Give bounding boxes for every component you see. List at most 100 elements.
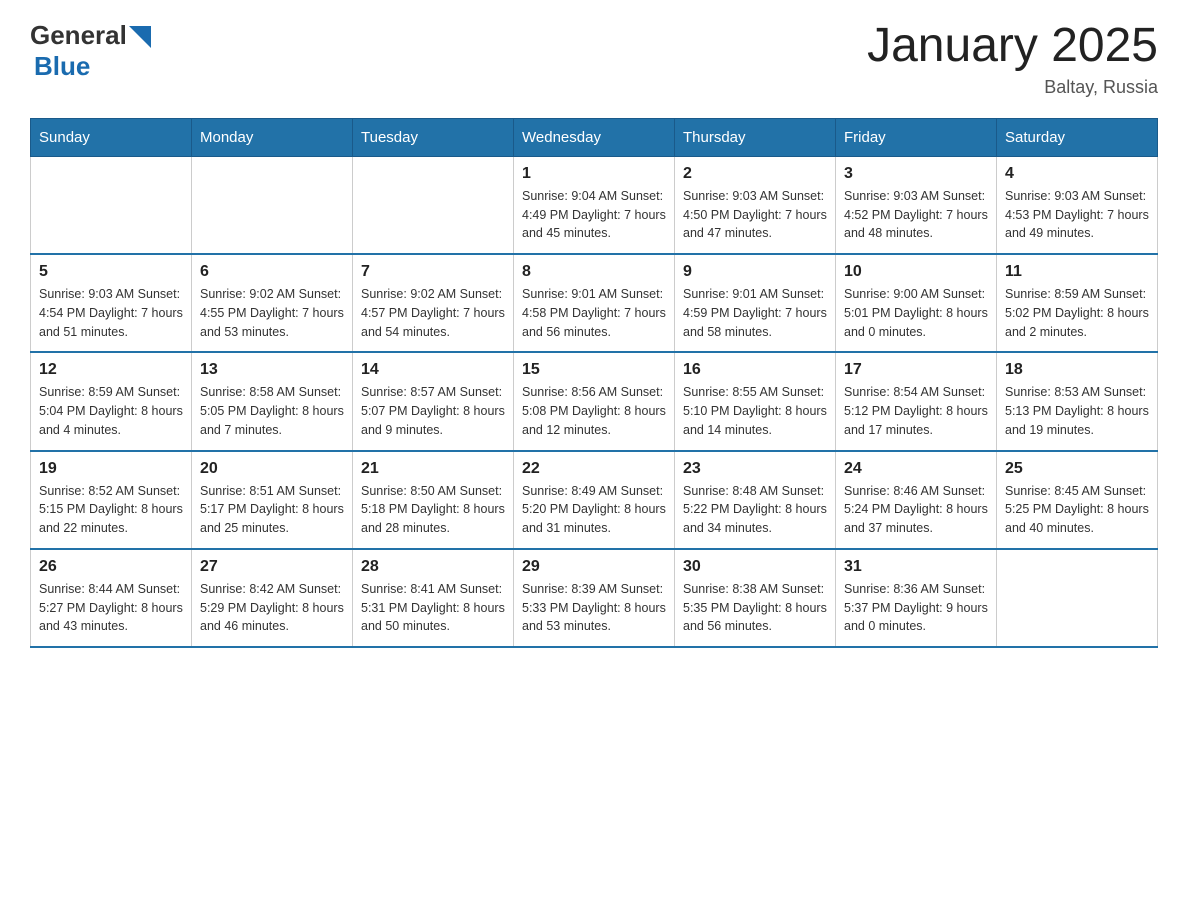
calendar-week-row: 26Sunrise: 8:44 AM Sunset: 5:27 PM Dayli…: [31, 549, 1158, 647]
calendar-day-30: 30 Sunrise: 8:38 AM Sunset: 5:35 PM Dayli…: [675, 549, 836, 647]
logo-arrow-icon: [129, 26, 151, 48]
calendar-day-9: 9 Sunrise: 9:01 AM Sunset: 4:59 PM Daylig…: [675, 254, 836, 352]
calendar-day-3: 3 Sunrise: 9:03 AM Sunset: 4:52 PM Daylig…: [836, 156, 997, 254]
weekday-header-wednesday: Wednesday: [514, 118, 675, 156]
calendar-empty-cell: [192, 156, 353, 254]
page-header: General Blue January 2025 Baltay, Russia: [30, 20, 1158, 98]
day-number: 25: [1005, 460, 1149, 478]
calendar-day-14: 14Sunrise: 8:57 AM Sunset: 5:07 PM Dayli…: [353, 352, 514, 450]
day-info: Sunrise: 8:44 AM Sunset: 5:27 PM Dayligh…: [39, 580, 183, 636]
calendar-day-26: 26Sunrise: 8:44 AM Sunset: 5:27 PM Dayli…: [31, 549, 192, 647]
logo: General Blue: [30, 20, 151, 82]
day-number: 15: [522, 361, 666, 379]
day-info: Sunrise: 9:01 AM Sunset: 4:59 PM Dayligh…: [683, 285, 827, 341]
weekday-header-saturday: Saturday: [997, 118, 1158, 156]
calendar-day-1: 1Sunrise: 9:04 AM Sunset: 4:49 PM Daylig…: [514, 156, 675, 254]
day-number: 24: [844, 460, 988, 478]
calendar-day-15: 15 Sunrise: 8:56 AM Sunset: 5:08 PM Dayli…: [514, 352, 675, 450]
calendar-header: SundayMondayTuesdayWednesdayThursdayFrid…: [31, 118, 1158, 156]
calendar-empty-cell: [353, 156, 514, 254]
day-number: 11: [1005, 263, 1149, 281]
day-info: Sunrise: 8:55 AM Sunset: 5:10 PM Dayligh…: [683, 383, 827, 439]
day-info: Sunrise: 8:59 AM Sunset: 5:04 PM Dayligh…: [39, 383, 183, 439]
weekday-header-sunday: Sunday: [31, 118, 192, 156]
day-info: Sunrise: 8:51 AM Sunset: 5:17 PM Dayligh…: [200, 482, 344, 538]
calendar-empty-cell: [997, 549, 1158, 647]
calendar-day-8: 8 Sunrise: 9:01 AM Sunset: 4:58 PM Daylig…: [514, 254, 675, 352]
calendar-day-23: 23 Sunrise: 8:48 AM Sunset: 5:22 PM Dayli…: [675, 451, 836, 549]
day-number: 23: [683, 460, 827, 478]
day-info: Sunrise: 8:50 AM Sunset: 5:18 PM Dayligh…: [361, 482, 505, 538]
weekday-header-monday: Monday: [192, 118, 353, 156]
day-number: 30: [683, 558, 827, 576]
title-section: January 2025 Baltay, Russia: [867, 20, 1158, 98]
day-info: Sunrise: 8:57 AM Sunset: 5:07 PM Dayligh…: [361, 383, 505, 439]
calendar-day-5: 5Sunrise: 9:03 AM Sunset: 4:54 PM Daylig…: [31, 254, 192, 352]
day-info: Sunrise: 9:03 AM Sunset: 4:52 PM Dayligh…: [844, 187, 988, 243]
calendar-day-7: 7 Sunrise: 9:02 AM Sunset: 4:57 PM Daylig…: [353, 254, 514, 352]
calendar-day-4: 4 Sunrise: 9:03 AM Sunset: 4:53 PM Daylig…: [997, 156, 1158, 254]
day-info: Sunrise: 9:03 AM Sunset: 4:54 PM Dayligh…: [39, 285, 183, 341]
day-number: 6: [200, 263, 344, 281]
day-info: Sunrise: 8:41 AM Sunset: 5:31 PM Dayligh…: [361, 580, 505, 636]
weekday-header-friday: Friday: [836, 118, 997, 156]
calendar-week-row: 1Sunrise: 9:04 AM Sunset: 4:49 PM Daylig…: [31, 156, 1158, 254]
day-info: Sunrise: 8:53 AM Sunset: 5:13 PM Dayligh…: [1005, 383, 1149, 439]
day-number: 3: [844, 165, 988, 183]
day-info: Sunrise: 8:58 AM Sunset: 5:05 PM Dayligh…: [200, 383, 344, 439]
calendar-week-row: 5Sunrise: 9:03 AM Sunset: 4:54 PM Daylig…: [31, 254, 1158, 352]
day-info: Sunrise: 8:52 AM Sunset: 5:15 PM Dayligh…: [39, 482, 183, 538]
calendar-day-17: 17 Sunrise: 8:54 AM Sunset: 5:12 PM Dayli…: [836, 352, 997, 450]
weekday-header-tuesday: Tuesday: [353, 118, 514, 156]
calendar-day-6: 6 Sunrise: 9:02 AM Sunset: 4:55 PM Daylig…: [192, 254, 353, 352]
day-info: Sunrise: 9:02 AM Sunset: 4:55 PM Dayligh…: [200, 285, 344, 341]
day-number: 27: [200, 558, 344, 576]
day-info: Sunrise: 8:48 AM Sunset: 5:22 PM Dayligh…: [683, 482, 827, 538]
day-number: 18: [1005, 361, 1149, 379]
day-number: 20: [200, 460, 344, 478]
day-info: Sunrise: 8:39 AM Sunset: 5:33 PM Dayligh…: [522, 580, 666, 636]
logo-general-text: General: [30, 20, 127, 51]
day-number: 2: [683, 165, 827, 183]
day-info: Sunrise: 9:01 AM Sunset: 4:58 PM Dayligh…: [522, 285, 666, 341]
day-info: Sunrise: 9:04 AM Sunset: 4:49 PM Dayligh…: [522, 187, 666, 243]
logo-blue-text: Blue: [34, 51, 90, 82]
day-info: Sunrise: 8:56 AM Sunset: 5:08 PM Dayligh…: [522, 383, 666, 439]
day-number: 17: [844, 361, 988, 379]
day-info: Sunrise: 9:02 AM Sunset: 4:57 PM Dayligh…: [361, 285, 505, 341]
day-info: Sunrise: 8:59 AM Sunset: 5:02 PM Dayligh…: [1005, 285, 1149, 341]
day-number: 9: [683, 263, 827, 281]
location: Baltay, Russia: [867, 77, 1158, 98]
day-info: Sunrise: 8:42 AM Sunset: 5:29 PM Dayligh…: [200, 580, 344, 636]
month-title: January 2025: [867, 20, 1158, 73]
calendar-day-25: 25Sunrise: 8:45 AM Sunset: 5:25 PM Dayli…: [997, 451, 1158, 549]
calendar-empty-cell: [31, 156, 192, 254]
calendar-day-24: 24 Sunrise: 8:46 AM Sunset: 5:24 PM Dayli…: [836, 451, 997, 549]
day-number: 16: [683, 361, 827, 379]
calendar-day-11: 11 Sunrise: 8:59 AM Sunset: 5:02 PM Dayli…: [997, 254, 1158, 352]
day-number: 22: [522, 460, 666, 478]
calendar-day-31: 31Sunrise: 8:36 AM Sunset: 5:37 PM Dayli…: [836, 549, 997, 647]
day-number: 28: [361, 558, 505, 576]
calendar-day-21: 21 Sunrise: 8:50 AM Sunset: 5:18 PM Dayli…: [353, 451, 514, 549]
day-number: 4: [1005, 165, 1149, 183]
day-info: Sunrise: 8:38 AM Sunset: 5:35 PM Dayligh…: [683, 580, 827, 636]
calendar-day-19: 19 Sunrise: 8:52 AM Sunset: 5:15 PM Dayli…: [31, 451, 192, 549]
day-number: 7: [361, 263, 505, 281]
day-number: 19: [39, 460, 183, 478]
day-info: Sunrise: 9:03 AM Sunset: 4:50 PM Dayligh…: [683, 187, 827, 243]
calendar-day-27: 27 Sunrise: 8:42 AM Sunset: 5:29 PM Dayli…: [192, 549, 353, 647]
day-info: Sunrise: 8:54 AM Sunset: 5:12 PM Dayligh…: [844, 383, 988, 439]
day-number: 21: [361, 460, 505, 478]
calendar-table: SundayMondayTuesdayWednesdayThursdayFrid…: [30, 118, 1158, 648]
day-number: 29: [522, 558, 666, 576]
day-info: Sunrise: 8:46 AM Sunset: 5:24 PM Dayligh…: [844, 482, 988, 538]
day-info: Sunrise: 9:03 AM Sunset: 4:53 PM Dayligh…: [1005, 187, 1149, 243]
day-number: 8: [522, 263, 666, 281]
day-number: 13: [200, 361, 344, 379]
weekday-header-row: SundayMondayTuesdayWednesdayThursdayFrid…: [31, 118, 1158, 156]
calendar-day-28: 28 Sunrise: 8:41 AM Sunset: 5:31 PM Dayli…: [353, 549, 514, 647]
day-number: 31: [844, 558, 988, 576]
calendar-day-29: 29 Sunrise: 8:39 AM Sunset: 5:33 PM Dayli…: [514, 549, 675, 647]
calendar-day-2: 2 Sunrise: 9:03 AM Sunset: 4:50 PM Daylig…: [675, 156, 836, 254]
